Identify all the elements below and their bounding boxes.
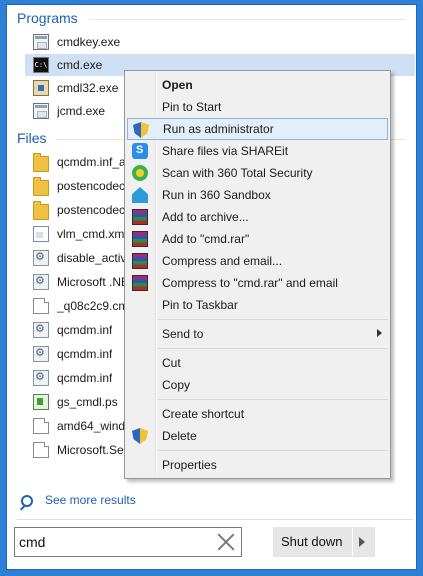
submenu-arrow-icon (377, 329, 382, 337)
document-icon (33, 418, 49, 434)
context-menu: Open Pin to Start Run as administrator S… (124, 70, 391, 479)
winrar-icon (132, 275, 148, 291)
search-icon (21, 495, 33, 507)
menu-separator (157, 399, 388, 400)
file-label: amd64_windo (57, 419, 132, 433)
menu-item-pin-to-start[interactable]: Pin to Start (127, 96, 388, 118)
ps-file-icon (33, 394, 49, 410)
menu-label: Add to archive... (162, 210, 249, 224)
menu-item-add-to-archive[interactable]: Add to archive... (127, 206, 388, 228)
shutdown-button[interactable]: Shut down (273, 527, 375, 557)
winrar-icon (132, 209, 148, 225)
winrar-icon (132, 231, 148, 247)
programs-header: Programs (17, 10, 78, 26)
file-label: Microsoft .NE (57, 275, 130, 289)
file-label: postencodecr (57, 179, 130, 193)
folder-icon (33, 200, 49, 220)
setup-icon (33, 80, 49, 96)
file-label: vlm_cmd.xml (57, 227, 128, 241)
programs-rule (89, 19, 406, 20)
program-item-cmdkey[interactable]: cmdkey.exe (25, 31, 415, 53)
menu-item-run-as-administrator[interactable]: Run as administrator (127, 118, 388, 140)
menu-item-scan-360[interactable]: Scan with 360 Total Security (127, 162, 388, 184)
menu-item-compress-and-email[interactable]: Compress and email... (127, 250, 388, 272)
menu-label: Compress and email... (162, 254, 283, 268)
window-app-icon (33, 103, 49, 119)
settings-file-icon (33, 346, 49, 362)
winrar-icon (132, 253, 148, 269)
menu-label: Scan with 360 Total Security (162, 166, 313, 180)
document-icon (33, 442, 49, 458)
search-input[interactable] (19, 532, 209, 552)
program-label: cmd.exe (57, 58, 103, 72)
menu-separator (157, 319, 388, 320)
menu-item-run-sandbox[interactable]: Run in 360 Sandbox (127, 184, 388, 206)
settings-file-icon (33, 274, 49, 290)
shutdown-label: Shut down (281, 534, 343, 549)
menu-label: Cut (162, 356, 181, 370)
document-icon (33, 298, 49, 314)
file-label: qcmdm.inf_an (57, 155, 133, 169)
file-label: gs_cmdl.ps (57, 395, 118, 409)
menu-item-cut[interactable]: Cut (127, 352, 388, 374)
menu-item-create-shortcut[interactable]: Create shortcut (127, 403, 388, 425)
sandbox-icon (132, 187, 148, 203)
menu-label: Copy (162, 378, 191, 392)
settings-file-icon (33, 370, 49, 386)
shutdown-divider (352, 528, 353, 556)
menu-label: Run in 360 Sandbox (162, 188, 271, 202)
program-label: cmdl32.exe (57, 81, 119, 95)
menu-label: Delete (162, 429, 197, 443)
menu-label: Add to "cmd.rar" (162, 232, 250, 246)
360-security-icon (132, 165, 148, 181)
settings-file-icon (33, 250, 49, 266)
menu-item-send-to[interactable]: Send to (127, 323, 388, 345)
files-header: Files (17, 130, 47, 146)
search-box[interactable] (14, 527, 242, 557)
menu-label: Run as administrator (163, 122, 274, 136)
menu-item-open[interactable]: Open (127, 74, 388, 96)
menu-label: Properties (162, 458, 217, 472)
menu-label: Send to (162, 327, 204, 341)
menu-label: Compress to "cmd.rar" and email (162, 276, 338, 290)
menu-label: Open (162, 78, 193, 92)
menu-item-compress-to-cmd-rar-email[interactable]: Compress to "cmd.rar" and email (127, 272, 388, 294)
folder-icon (33, 176, 49, 196)
menu-separator (157, 450, 388, 451)
footer-divider (17, 519, 413, 520)
menu-item-pin-to-taskbar[interactable]: Pin to Taskbar (127, 294, 388, 316)
uac-shield-icon (133, 122, 149, 138)
file-label: qcmdm.inf (57, 371, 113, 385)
uac-shield-icon (132, 428, 148, 444)
settings-file-icon (33, 322, 49, 338)
folder-icon (33, 152, 49, 172)
file-label: qcmdm.inf (57, 347, 113, 361)
menu-item-copy[interactable]: Copy (127, 374, 388, 396)
menu-item-share-shareit[interactable]: Share files via SHAREit (127, 140, 388, 162)
menu-label: Pin to Start (162, 100, 222, 114)
clear-search-icon[interactable] (217, 533, 235, 551)
menu-label: Share files via SHAREit (162, 144, 289, 158)
menu-item-properties[interactable]: Properties (127, 454, 388, 476)
file-label: postencodecr (57, 203, 130, 217)
file-label: Microsoft.Sec (57, 443, 130, 457)
file-label: disable_activa (57, 251, 134, 265)
menu-label: Pin to Taskbar (162, 298, 238, 312)
shareit-icon (132, 143, 148, 159)
menu-item-delete[interactable]: Delete (127, 425, 388, 447)
console-icon: C:\ (33, 57, 49, 73)
menu-item-add-to-cmd-rar[interactable]: Add to "cmd.rar" (127, 228, 388, 250)
shutdown-options-arrow-icon[interactable] (359, 537, 365, 547)
menu-label: Create shortcut (162, 407, 245, 421)
program-label: cmdkey.exe (57, 35, 121, 49)
menu-separator (157, 348, 388, 349)
file-label: qcmdm.inf (57, 323, 113, 337)
window-app-icon (33, 34, 49, 50)
program-label: jcmd.exe (57, 104, 106, 118)
xml-file-icon (33, 226, 49, 242)
see-more-results-link[interactable]: See more results (45, 493, 136, 507)
